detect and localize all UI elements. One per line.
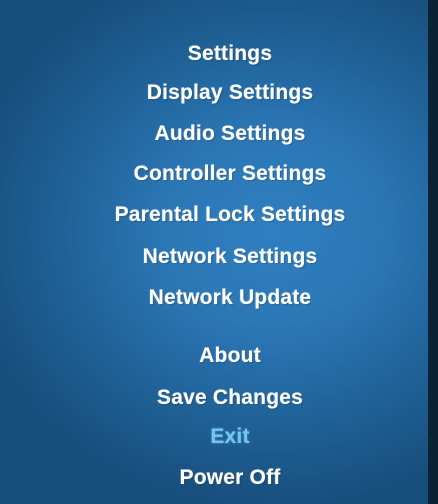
- menu-item-about[interactable]: About: [0, 343, 438, 369]
- settings-menu: Settings Display Settings Audio Settings…: [0, 0, 428, 504]
- menu-item-exit[interactable]: Exit: [0, 424, 438, 450]
- menu-item-save-changes[interactable]: Save Changes: [0, 385, 438, 411]
- menu-item-controller-settings[interactable]: Controller Settings: [0, 161, 438, 187]
- menu-item-network-settings[interactable]: Network Settings: [0, 244, 438, 270]
- menu-item-parental-lock-settings[interactable]: Parental Lock Settings: [0, 202, 438, 228]
- menu-title-settings: Settings: [187, 42, 273, 65]
- menu-item-network-update[interactable]: Network Update: [0, 285, 438, 311]
- menu-item-display-settings[interactable]: Display Settings: [0, 80, 438, 106]
- menu-item-audio-settings[interactable]: Audio Settings: [0, 121, 438, 147]
- menu-item-power-off[interactable]: Power Off: [0, 465, 438, 491]
